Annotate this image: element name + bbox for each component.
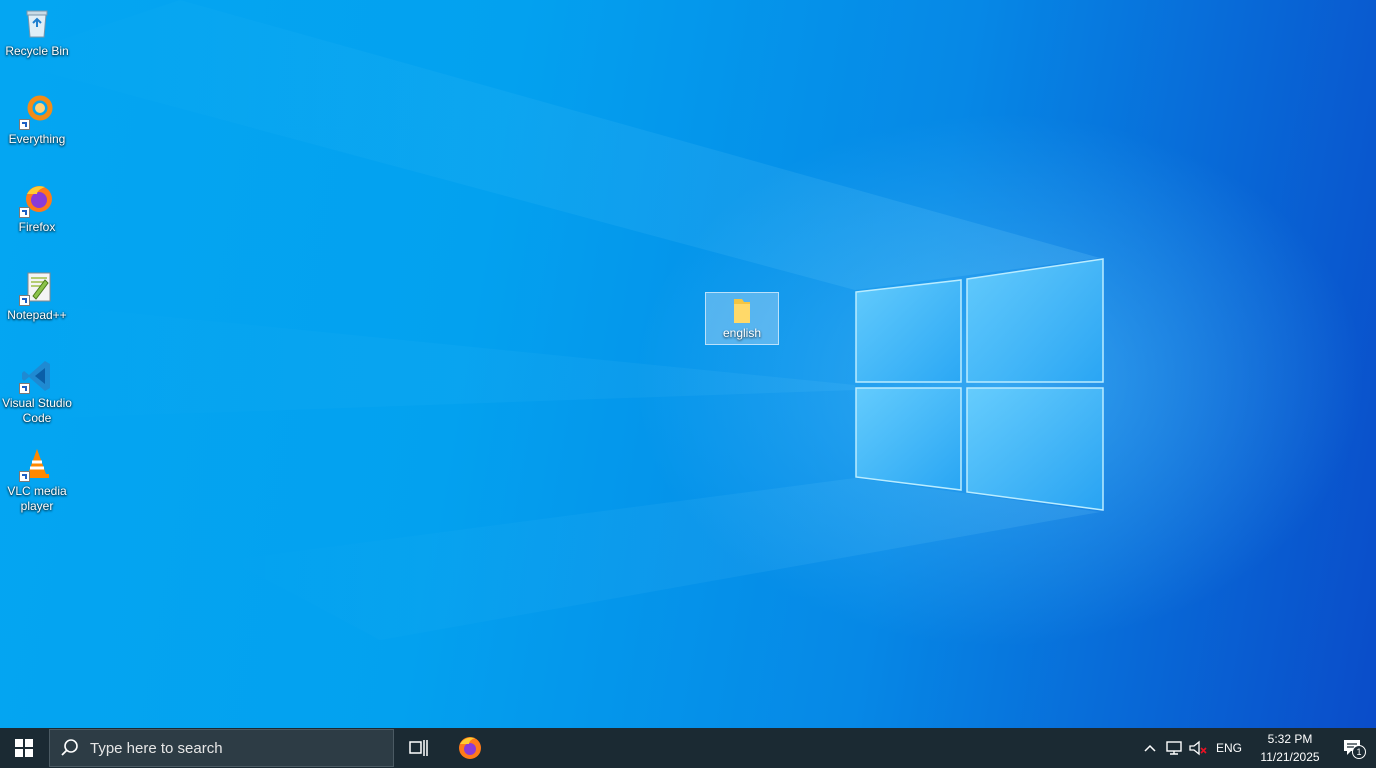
show-hidden-icons-button[interactable] xyxy=(1138,728,1162,768)
desktop-icon-label: VLC media player xyxy=(7,484,67,513)
desktop-folder-english[interactable]: english xyxy=(705,292,779,345)
taskbar-app-firefox[interactable] xyxy=(446,728,494,768)
shortcut-arrow-icon xyxy=(19,119,30,130)
action-center-button[interactable]: 1 xyxy=(1336,728,1370,768)
folder-icon xyxy=(726,296,758,326)
shortcut-arrow-icon xyxy=(19,383,30,394)
recycle-bin-icon xyxy=(19,6,55,42)
desktop-icon-vlc[interactable]: VLC media player xyxy=(0,446,74,514)
shortcut-arrow-icon xyxy=(19,471,30,482)
network-button[interactable] xyxy=(1162,728,1186,768)
volume-button[interactable] xyxy=(1186,728,1210,768)
desktop[interactable]: Recycle Bin Everything Firefox Notepad++… xyxy=(0,0,1376,728)
clock-time: 5:32 PM xyxy=(1267,732,1313,746)
taskbar: Type here to search ENG 5:32 PM 11/21/20… xyxy=(0,728,1376,768)
folder-label: english xyxy=(722,326,762,340)
shortcut-arrow-icon xyxy=(19,295,30,306)
shortcut-arrow-icon xyxy=(19,207,30,218)
desktop-icon-label: Recycle Bin xyxy=(5,44,69,58)
everything-icon xyxy=(19,94,55,130)
system-tray: ENG 5:32 PM 11/21/2025 1 xyxy=(1136,728,1376,768)
input-language-indicator[interactable]: ENG xyxy=(1212,728,1246,768)
windows-logo-icon xyxy=(15,739,33,757)
task-view-icon xyxy=(409,740,428,756)
desktop-icon-label: Everything xyxy=(8,132,66,146)
wallpaper-windows-logo xyxy=(0,0,1104,640)
desktop-icon-vscode[interactable]: Visual Studio Code xyxy=(0,358,74,426)
firefox-icon xyxy=(459,737,481,759)
task-view-button[interactable] xyxy=(395,728,443,768)
vlc-icon xyxy=(19,446,55,482)
taskbar-clock[interactable]: 5:32 PM 11/21/2025 xyxy=(1250,728,1330,768)
notification-count-badge: 1 xyxy=(1352,745,1366,759)
desktop-icon-everything[interactable]: Everything xyxy=(0,94,74,147)
desktop-icon-notepad-plus-plus[interactable]: Notepad++ xyxy=(0,270,74,323)
taskbar-search-box[interactable]: Type here to search xyxy=(49,729,394,767)
desktop-icon-label: Firefox xyxy=(18,220,56,234)
start-button[interactable] xyxy=(0,728,48,768)
desktop-icon-label: Notepad++ xyxy=(7,308,67,322)
search-icon xyxy=(60,738,80,758)
desktop-icon-firefox[interactable]: Firefox xyxy=(0,182,74,235)
vscode-icon xyxy=(19,358,55,394)
clock-date: 11/21/2025 xyxy=(1260,750,1320,764)
notification-icon: 1 xyxy=(1342,738,1366,759)
volume-muted-icon xyxy=(1189,740,1207,756)
firefox-icon xyxy=(19,182,55,218)
network-icon xyxy=(1166,741,1182,755)
notepad-plus-plus-icon xyxy=(19,270,55,306)
desktop-icon-label: Visual Studio Code xyxy=(2,396,72,425)
search-placeholder: Type here to search xyxy=(90,739,223,757)
chevron-up-icon xyxy=(1144,744,1156,752)
desktop-icon-recycle-bin[interactable]: Recycle Bin xyxy=(0,6,74,59)
